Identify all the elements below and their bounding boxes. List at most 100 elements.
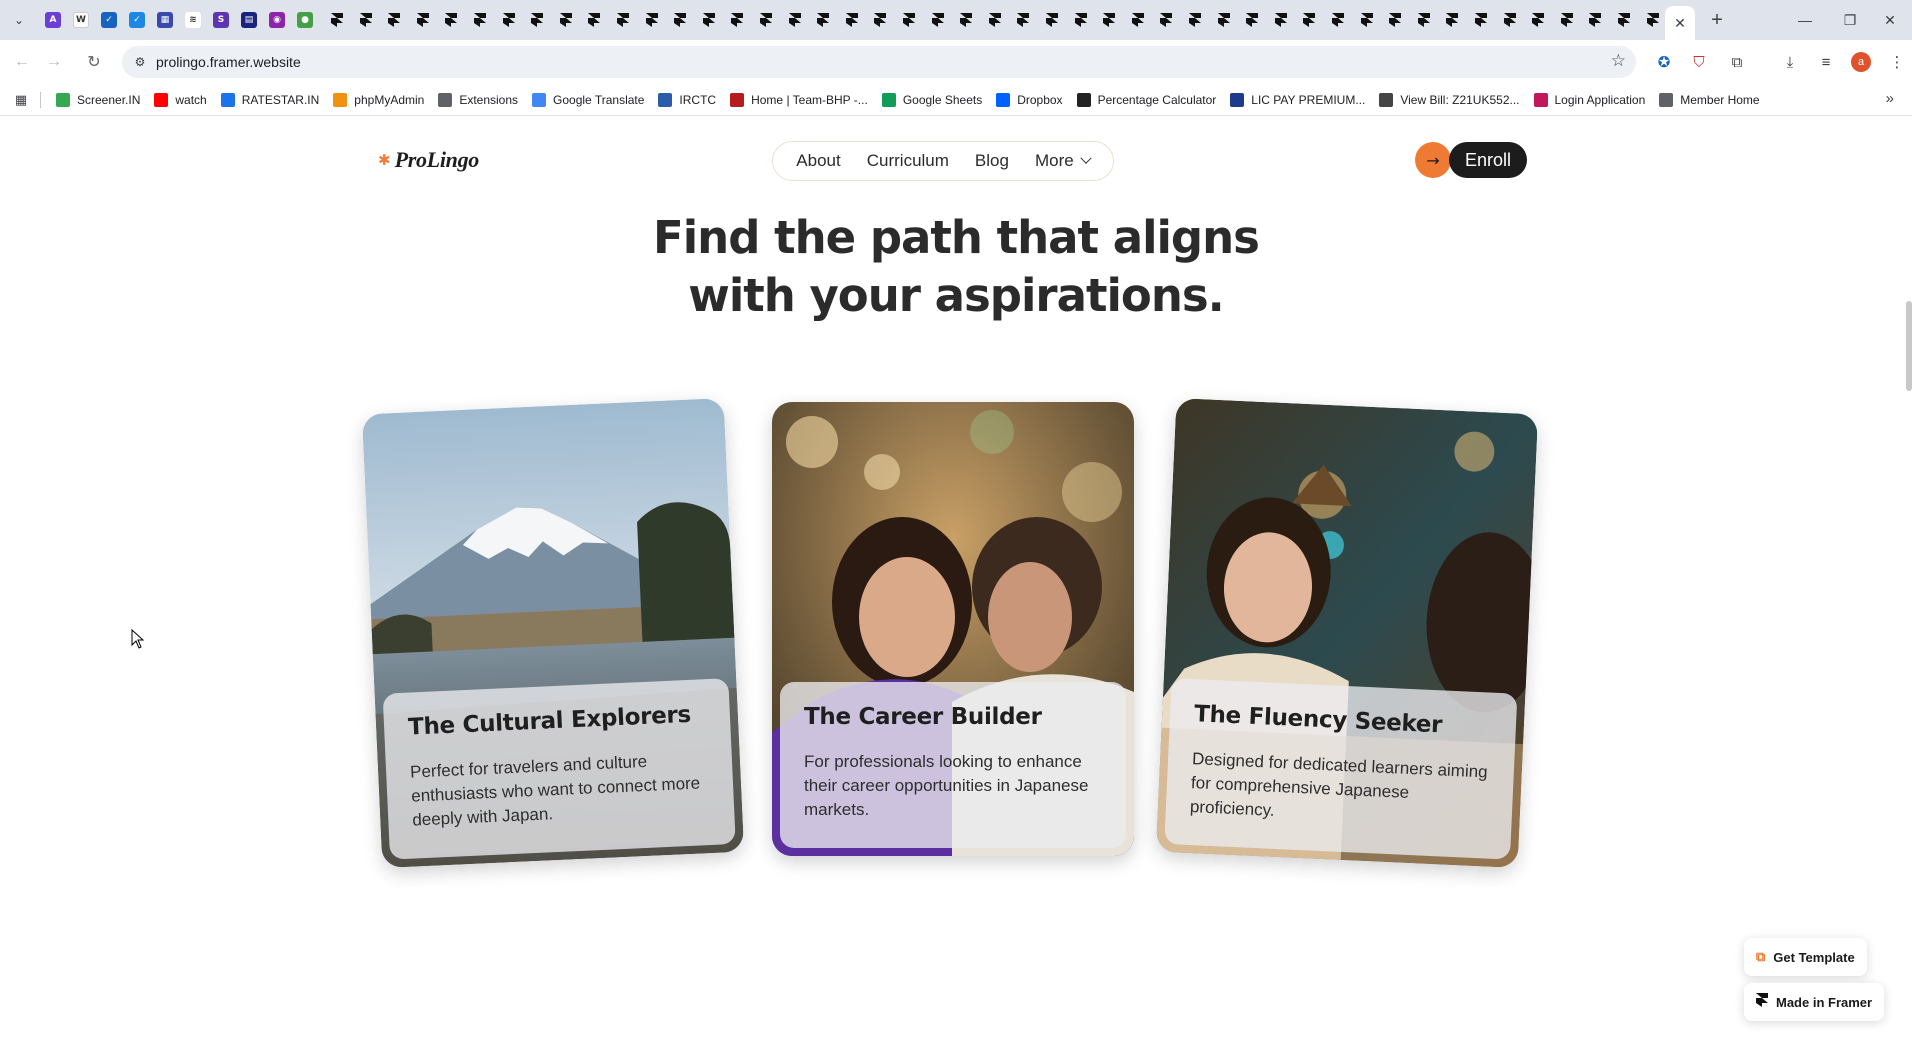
tab-framer-favicon-icon[interactable] (896, 8, 922, 32)
tab-framer-favicon-icon[interactable] (1382, 8, 1408, 32)
bookmark-item[interactable]: Login Application (1533, 93, 1645, 107)
path-card-cultural-explorers[interactable]: The Cultural Explorers Perfect for trave… (361, 398, 745, 868)
tab-framer-favicon-icon[interactable] (1010, 8, 1036, 32)
nav-blog[interactable]: Blog (975, 151, 1009, 171)
tab-framer-favicon-icon[interactable] (867, 8, 893, 32)
apps-grid-icon[interactable]: ▦ (12, 91, 30, 109)
bookmark-item[interactable]: Dropbox (996, 93, 1063, 107)
site-logo[interactable]: ✱ ProLingo (378, 147, 479, 173)
tab-framer-favicon-icon[interactable] (553, 8, 579, 32)
tab-framer-favicon-icon[interactable] (1354, 8, 1380, 32)
tab-favicon-icon[interactable]: ≋ (180, 8, 206, 32)
extension-icon[interactable]: ✪ (1653, 51, 1675, 73)
tab-framer-favicon-icon[interactable] (925, 8, 951, 32)
close-icon[interactable]: ✕ (1674, 15, 1686, 32)
minimize-icon[interactable]: — (1783, 6, 1827, 34)
address-bar[interactable]: ⚙ prolingo.framer.website ☆ (122, 46, 1636, 78)
tab-search-icon[interactable]: ⌄ (8, 9, 30, 31)
bookmark-item[interactable]: LIC PAY PREMIUM... (1230, 93, 1365, 107)
restore-icon[interactable]: ❐ (1828, 6, 1872, 34)
tab-framer-favicon-icon[interactable] (1153, 8, 1179, 32)
shield-extension-icon[interactable]: ⛉ (1688, 51, 1710, 73)
tab-favicon-icon[interactable]: A (40, 8, 66, 32)
tab-framer-favicon-icon[interactable] (1039, 8, 1065, 32)
tab-framer-favicon-icon[interactable] (1497, 8, 1523, 32)
tab-framer-favicon-icon[interactable] (1582, 8, 1608, 32)
tab-framer-favicon-icon[interactable] (610, 8, 636, 32)
bookmark-item[interactable]: View Bill: Z21UK552... (1379, 93, 1520, 107)
made-in-framer-badge[interactable]: Made in Framer (1744, 983, 1885, 1021)
tab-framer-favicon-icon[interactable] (1296, 8, 1322, 32)
bookmark-item[interactable]: Google Translate (532, 93, 644, 107)
tab-framer-favicon-icon[interactable] (1640, 8, 1666, 32)
media-control-icon[interactable]: ≡ (1815, 51, 1837, 73)
tab-favicon-icon[interactable]: ● (292, 8, 318, 32)
tab-framer-favicon-icon[interactable] (982, 8, 1008, 32)
tab-framer-favicon-icon[interactable] (1468, 8, 1494, 32)
back-icon[interactable]: ← (10, 50, 34, 74)
tab-favicon-icon[interactable]: S (208, 8, 234, 32)
profile-avatar-icon[interactable]: a (1850, 51, 1872, 73)
bookmark-item[interactable]: Screener.IN (56, 93, 140, 107)
tab-framer-favicon-icon[interactable] (696, 8, 722, 32)
menu-kebab-icon[interactable]: ⋮ (1886, 51, 1908, 73)
tab-favicon-icon[interactable]: ▤ (236, 8, 262, 32)
tab-framer-favicon-icon[interactable] (1239, 8, 1265, 32)
enroll-button[interactable]: Enroll (1449, 142, 1528, 178)
tab-framer-favicon-icon[interactable] (839, 8, 865, 32)
tab-framer-favicon-icon[interactable] (324, 8, 350, 32)
new-tab-icon[interactable]: + (1705, 8, 1729, 32)
site-info-icon[interactable]: ⚙ (130, 52, 150, 72)
tab-framer-favicon-icon[interactable] (724, 8, 750, 32)
window-close-icon[interactable]: ✕ (1868, 6, 1912, 34)
tab-framer-favicon-icon[interactable] (639, 8, 665, 32)
tab-framer-favicon-icon[interactable] (1268, 8, 1294, 32)
tab-framer-favicon-icon[interactable] (1325, 8, 1351, 32)
extensions-puzzle-icon[interactable]: ⧉ (1726, 51, 1748, 73)
tab-favicon-icon[interactable]: ✓ (96, 8, 122, 32)
nav-about[interactable]: About (796, 151, 840, 171)
tab-framer-favicon-icon[interactable] (1439, 8, 1465, 32)
tab-framer-favicon-icon[interactable] (1525, 8, 1551, 32)
tab-framer-favicon-icon[interactable] (753, 8, 779, 32)
tab-framer-favicon-icon[interactable] (581, 8, 607, 32)
arrow-right-icon[interactable]: → (1415, 142, 1451, 178)
enroll-cta[interactable]: → Enroll (1415, 142, 1528, 178)
forward-icon[interactable]: → (42, 50, 66, 74)
bookmark-item[interactable]: Home | Team-BHP -... (730, 93, 868, 107)
bookmark-item[interactable]: Extensions (438, 93, 518, 107)
bookmark-item[interactable]: watch (154, 93, 207, 107)
reload-icon[interactable]: ↻ (82, 50, 106, 74)
more-bookmarks-icon[interactable]: » (1886, 90, 1894, 107)
tab-favicon-icon[interactable]: ◉ (264, 8, 290, 32)
path-card-fluency-seeker[interactable]: The Fluency Seeker Designed for dedicate… (1155, 398, 1539, 868)
page-scrollbar[interactable] (1906, 301, 1912, 391)
bookmark-star-icon[interactable]: ☆ (1611, 51, 1626, 71)
get-template-button[interactable]: ⧉ Get Template (1744, 938, 1867, 976)
tab-framer-favicon-icon[interactable] (1068, 8, 1094, 32)
address-url[interactable]: prolingo.framer.website (156, 54, 301, 70)
bookmark-item[interactable]: Member Home (1659, 93, 1760, 107)
tab-framer-favicon-icon[interactable] (353, 8, 379, 32)
active-tab[interactable]: ✕ (1665, 6, 1695, 40)
tab-framer-favicon-icon[interactable] (524, 8, 550, 32)
bookmark-item[interactable]: phpMyAdmin (333, 93, 424, 107)
tab-framer-favicon-icon[interactable] (1096, 8, 1122, 32)
tab-framer-favicon-icon[interactable] (1182, 8, 1208, 32)
bookmark-item[interactable]: IRCTC (658, 93, 716, 107)
download-icon[interactable]: ⤓ (1779, 51, 1801, 73)
tab-framer-favicon-icon[interactable] (810, 8, 836, 32)
tab-framer-favicon-icon[interactable] (1554, 8, 1580, 32)
tab-framer-favicon-icon[interactable] (438, 8, 464, 32)
tab-framer-favicon-icon[interactable] (496, 8, 522, 32)
tab-framer-favicon-icon[interactable] (467, 8, 493, 32)
bookmark-item[interactable]: Google Sheets (881, 93, 982, 107)
bookmark-item[interactable]: RATESTAR.IN (220, 93, 319, 107)
tab-framer-favicon-icon[interactable] (667, 8, 693, 32)
tab-framer-favicon-icon[interactable] (381, 8, 407, 32)
nav-more[interactable]: More (1035, 151, 1092, 171)
tab-framer-favicon-icon[interactable] (1211, 8, 1237, 32)
nav-curriculum[interactable]: Curriculum (867, 151, 949, 171)
tab-favicon-icon[interactable]: W (68, 8, 94, 32)
path-card-career-builder[interactable]: The Career Builder For professionals loo… (772, 402, 1134, 856)
